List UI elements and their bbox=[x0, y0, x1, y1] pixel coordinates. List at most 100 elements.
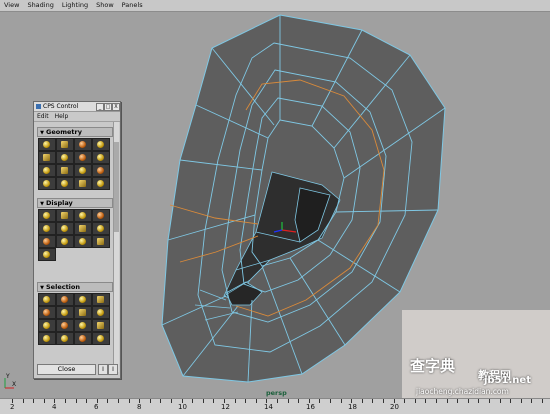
section-display-label: Display bbox=[46, 199, 73, 207]
tool-button[interactable] bbox=[56, 293, 74, 306]
section-geometry[interactable]: ▼ Geometry bbox=[37, 127, 113, 137]
tool-button[interactable] bbox=[38, 209, 56, 222]
tool-button[interactable] bbox=[92, 319, 110, 332]
timeline-tick bbox=[542, 399, 543, 403]
timeline-tick bbox=[467, 399, 469, 403]
cps-title: CPS Control bbox=[43, 103, 79, 110]
timeline-label: 4 bbox=[52, 403, 57, 411]
section-selection[interactable]: ▼ Selection bbox=[37, 282, 113, 292]
tool-button[interactable] bbox=[92, 235, 110, 248]
timeline-tick bbox=[372, 399, 374, 403]
timeline-tick bbox=[43, 399, 45, 403]
menu-view[interactable]: View bbox=[0, 0, 23, 11]
tool-button[interactable] bbox=[38, 151, 56, 164]
tool-button[interactable] bbox=[56, 138, 74, 151]
tool-button[interactable] bbox=[56, 319, 74, 332]
tool-button[interactable] bbox=[74, 235, 92, 248]
timeline-label: 14 bbox=[264, 403, 273, 411]
timeline-tick bbox=[489, 399, 490, 403]
tool-button[interactable] bbox=[92, 138, 110, 151]
timeline-tick bbox=[499, 399, 501, 403]
tool-button[interactable] bbox=[92, 164, 110, 177]
footer-button-2[interactable]: I bbox=[108, 364, 118, 375]
panel-scrollbar[interactable] bbox=[113, 122, 119, 372]
menu-shading[interactable]: Shading bbox=[23, 0, 57, 11]
timeline-tick bbox=[298, 399, 300, 403]
watermark-site: jb51.net bbox=[484, 375, 531, 386]
close-button[interactable]: Close bbox=[37, 364, 96, 375]
timeline-tick bbox=[86, 399, 88, 403]
menu-panels[interactable]: Panels bbox=[118, 0, 147, 11]
axis-y-label: Y bbox=[6, 373, 10, 380]
timeline-tick bbox=[457, 399, 459, 403]
timeline-tick bbox=[319, 399, 321, 403]
tool-button[interactable] bbox=[38, 164, 56, 177]
menu-lighting[interactable]: Lighting bbox=[58, 0, 92, 11]
timeline-tick bbox=[414, 399, 416, 403]
timeline-tick bbox=[12, 399, 13, 403]
timeline-label: 20 bbox=[390, 403, 399, 411]
timeline-tick bbox=[383, 399, 384, 403]
axis-x-label: X bbox=[12, 381, 17, 388]
cps-titlebar[interactable]: CPS Control _ □ X bbox=[34, 102, 120, 112]
menu-show[interactable]: Show bbox=[92, 0, 118, 11]
tool-button[interactable] bbox=[56, 235, 74, 248]
menu-edit[interactable]: Edit bbox=[34, 113, 52, 120]
tool-button[interactable] bbox=[38, 293, 56, 306]
timeline-tick bbox=[118, 399, 119, 403]
tool-button[interactable] bbox=[92, 293, 110, 306]
timeline[interactable]: 2 4 6 8 10 12 14 16 18 20 bbox=[0, 398, 550, 414]
tool-button[interactable] bbox=[74, 164, 92, 177]
tool-button[interactable] bbox=[92, 151, 110, 164]
tool-button[interactable] bbox=[74, 177, 92, 190]
tool-button[interactable] bbox=[74, 306, 92, 319]
tool-button[interactable] bbox=[38, 248, 56, 261]
camera-label: persp bbox=[266, 389, 287, 397]
tool-button[interactable] bbox=[92, 332, 110, 345]
maximize-button[interactable]: □ bbox=[104, 103, 112, 111]
tool-button[interactable] bbox=[56, 222, 74, 235]
tool-button[interactable] bbox=[74, 293, 92, 306]
scrollbar-thumb[interactable] bbox=[114, 142, 119, 232]
tool-button[interactable] bbox=[74, 151, 92, 164]
close-window-button[interactable]: X bbox=[112, 103, 120, 111]
tool-button[interactable] bbox=[92, 222, 110, 235]
timeline-tick bbox=[171, 399, 172, 403]
section-display[interactable]: ▼ Display bbox=[37, 198, 113, 208]
tool-button[interactable] bbox=[38, 332, 56, 345]
tool-button[interactable] bbox=[38, 319, 56, 332]
tool-button[interactable] bbox=[38, 306, 56, 319]
tool-button[interactable] bbox=[74, 209, 92, 222]
tool-button[interactable] bbox=[74, 319, 92, 332]
tool-button[interactable] bbox=[74, 222, 92, 235]
tool-button[interactable] bbox=[56, 164, 74, 177]
tool-button[interactable] bbox=[56, 177, 74, 190]
timeline-tick bbox=[96, 399, 98, 403]
tool-button[interactable] bbox=[38, 235, 56, 248]
minimize-button[interactable]: _ bbox=[96, 103, 104, 111]
footer-button-1[interactable]: I bbox=[98, 364, 108, 375]
tool-button[interactable] bbox=[38, 177, 56, 190]
tool-button[interactable] bbox=[38, 138, 56, 151]
timeline-tick bbox=[510, 399, 512, 403]
tool-button[interactable] bbox=[56, 332, 74, 345]
timeline-tick bbox=[192, 399, 194, 403]
tool-button[interactable] bbox=[56, 151, 74, 164]
timeline-tick bbox=[478, 399, 480, 403]
watermark-text-1: 查字典 bbox=[410, 357, 456, 375]
tool-button[interactable] bbox=[56, 306, 74, 319]
tool-button[interactable] bbox=[92, 177, 110, 190]
tool-button[interactable] bbox=[92, 209, 110, 222]
timeline-tick bbox=[425, 399, 427, 403]
tool-button[interactable] bbox=[74, 332, 92, 345]
timeline-tick bbox=[224, 399, 225, 403]
tool-button[interactable] bbox=[92, 306, 110, 319]
tool-button[interactable] bbox=[74, 138, 92, 151]
tool-button[interactable] bbox=[38, 222, 56, 235]
tool-button[interactable] bbox=[56, 209, 74, 222]
cps-control-window[interactable]: CPS Control _ □ X Edit Help ▼ Geometry ▼ D… bbox=[33, 101, 121, 379]
menu-help[interactable]: Help bbox=[52, 113, 72, 120]
viewport-menubar: View Shading Lighting Show Panels bbox=[0, 0, 550, 12]
timeline-tick bbox=[308, 399, 310, 403]
timeline-tick bbox=[351, 399, 353, 403]
